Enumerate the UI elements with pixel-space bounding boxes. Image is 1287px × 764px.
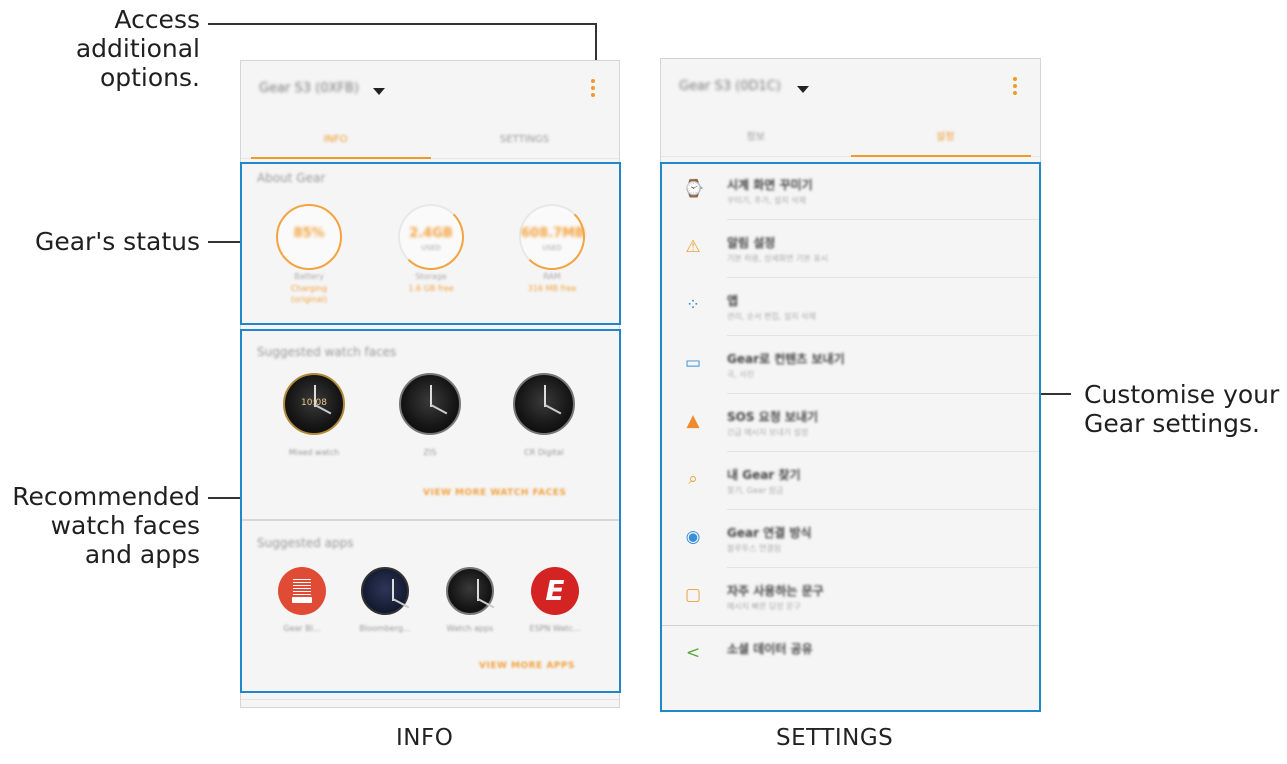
more-options-icon[interactable] [591, 79, 595, 97]
callout-line [208, 241, 240, 243]
gear-status-highlight [240, 162, 621, 325]
active-tab-indicator [851, 155, 1031, 157]
callout-customise: Customise your Gear settings. [1084, 380, 1280, 438]
tab-settings[interactable]: SETTINGS [430, 123, 619, 159]
tab-bar: INFO SETTINGS [241, 123, 619, 159]
chevron-down-icon[interactable] [373, 88, 385, 95]
callout-line [208, 497, 240, 499]
bottom-divider [241, 699, 619, 700]
active-tab-indicator [251, 157, 431, 159]
recommended-highlight [240, 329, 621, 693]
tab-info[interactable]: INFO [241, 123, 430, 159]
tab-info[interactable]: 정보 [661, 121, 851, 157]
chevron-down-icon[interactable] [797, 86, 809, 93]
app-header: Gear S3 (0XFB) [241, 61, 619, 123]
callout-access-options: Access additional options. [75, 5, 200, 92]
callout-line [208, 23, 596, 25]
watch-face-time: 10:08 [301, 398, 327, 408]
caption-settings: SETTINGS [776, 725, 894, 751]
tab-bar: 정보 설정 [661, 121, 1040, 157]
more-options-icon[interactable] [1013, 77, 1017, 95]
device-name[interactable]: Gear S3 (0XFB) [259, 81, 359, 96]
tab-settings[interactable]: 설정 [851, 121, 1041, 157]
callout-gear-status: Gear's status [34, 227, 200, 256]
app-header: Gear S3 (0D1C) [661, 59, 1040, 121]
callout-recommended: Recommended watch faces and apps [12, 482, 200, 569]
device-name[interactable]: Gear S3 (0D1C) [679, 79, 781, 94]
settings-highlight [660, 162, 1041, 712]
caption-info: INFO [396, 725, 454, 751]
callout-line [1041, 393, 1071, 395]
